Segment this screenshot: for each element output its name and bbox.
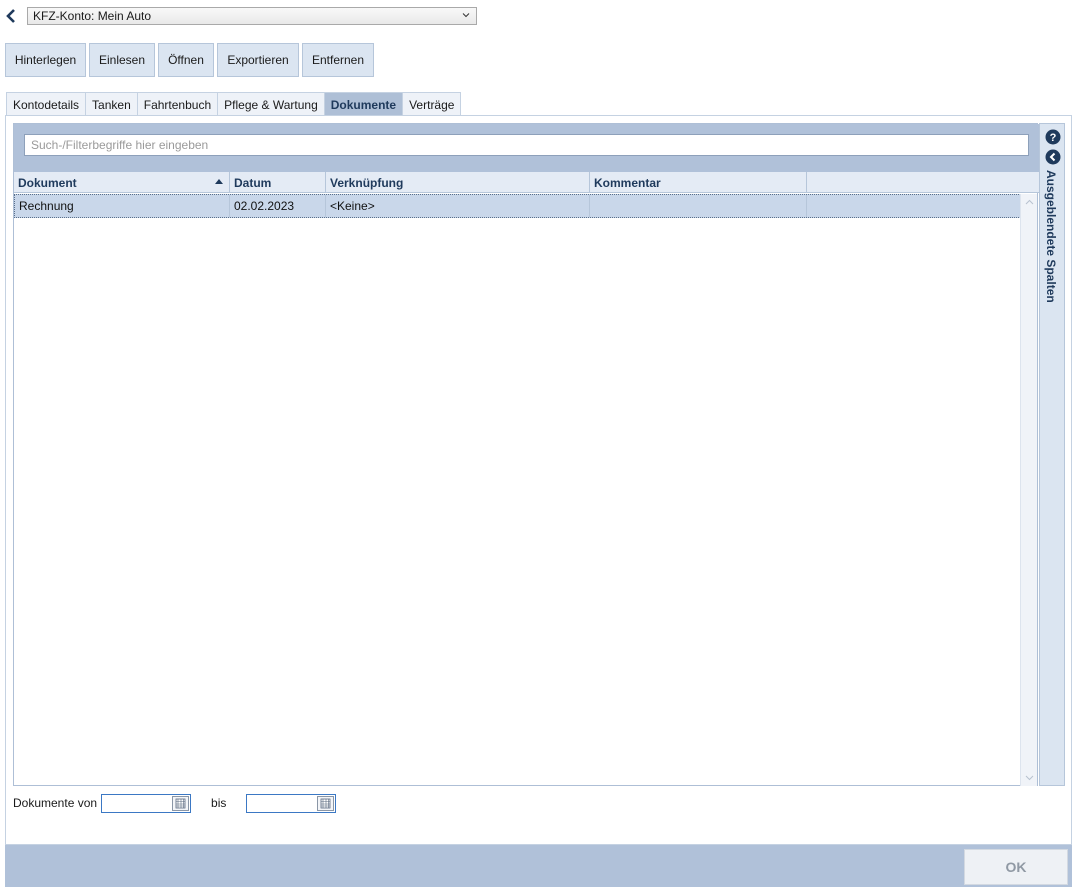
grid-body: Rechnung 02.02.2023 <Keine> [14,194,1021,786]
filter-bar [14,124,1039,172]
column-header-kommentar[interactable]: Kommentar [590,172,807,193]
account-dropdown[interactable]: KFZ-Konto: Mein Auto [27,7,477,25]
exportieren-button[interactable]: Exportieren [217,43,299,77]
cell-datum: 02.02.2023 [230,195,326,217]
grid-header: Dokument Datum Verknüpfung Kommentar [14,172,1039,193]
documents-grid: Dokument Datum Verknüpfung Kommentar [13,123,1039,786]
table-row[interactable]: Rechnung 02.02.2023 <Keine> [14,194,1021,218]
search-input[interactable] [24,134,1029,156]
question-circle-icon[interactable]: ? [1045,129,1061,145]
date-from-label: Dokumente von [13,796,98,810]
tab-vertraege[interactable]: Verträge [402,92,462,116]
einlesen-button[interactable]: Einlesen [89,43,155,77]
chevron-left-circle-icon[interactable] [1045,149,1061,165]
ok-button[interactable]: OK [964,849,1068,885]
tab-fahrtenbuch[interactable]: Fahrtenbuch [136,92,219,116]
column-header-label: Kommentar [594,175,661,190]
tab-tanken[interactable]: Tanken [85,92,138,116]
entfernen-button[interactable]: Entfernen [302,43,374,77]
hidden-columns-label[interactable]: Ausgeblendete Spalten [1044,170,1058,303]
tab-kontodetails[interactable]: Kontodetails [6,92,87,116]
documents-panel: Dokument Datum Verknüpfung Kommentar [5,115,1072,845]
oeffnen-button[interactable]: Öffnen [158,43,214,77]
tab-pflege-wartung[interactable]: Pflege & Wartung [217,92,325,116]
date-from-field[interactable] [101,793,192,813]
footer-bar: OK [5,845,1072,887]
column-header-label: Verknüpfung [330,175,404,190]
chevron-down-icon [462,13,470,18]
document-window: KFZ-Konto: Mein Auto Hinterlegen Einlese… [0,0,1074,889]
cell-verknuepfung: <Keine> [326,195,590,217]
cell-dokument: Rechnung [15,195,230,217]
back-button[interactable] [4,8,18,24]
tab-dokumente[interactable]: Dokumente [323,92,404,116]
svg-text:?: ? [1050,132,1057,144]
date-to-field[interactable] [246,793,337,813]
scroll-down-icon[interactable] [1025,773,1034,782]
column-header-verknuepfung[interactable]: Verknüpfung [326,172,590,193]
date-to-label: bis [211,796,227,810]
cell-kommentar [590,195,807,217]
scroll-up-icon[interactable] [1025,198,1034,207]
account-dropdown-value: KFZ-Konto: Mein Auto [33,9,152,23]
tab-bar: Kontodetails Tanken Fahrtenbuch Pflege &… [6,92,462,116]
vertical-scrollbar[interactable] [1020,194,1037,786]
chevron-left-icon [6,9,15,23]
column-header-datum[interactable]: Datum [230,172,326,193]
column-header-filler [807,172,1039,193]
calendar-icon[interactable] [317,795,335,811]
calendar-icon[interactable] [172,795,190,811]
column-header-label: Datum [234,175,272,190]
date-range-filter: Dokumente von bis [13,793,337,813]
column-header-dokument[interactable]: Dokument [14,172,230,193]
sort-ascending-icon [215,179,223,184]
hidden-columns-panel: ? Ausgeblendete Spalten [1039,123,1065,786]
cell-filler [807,195,1020,217]
hinterlegen-button[interactable]: Hinterlegen [5,43,86,77]
toolbar: Hinterlegen Einlesen Öffnen Exportieren … [5,43,377,77]
column-header-label: Dokument [18,175,77,190]
